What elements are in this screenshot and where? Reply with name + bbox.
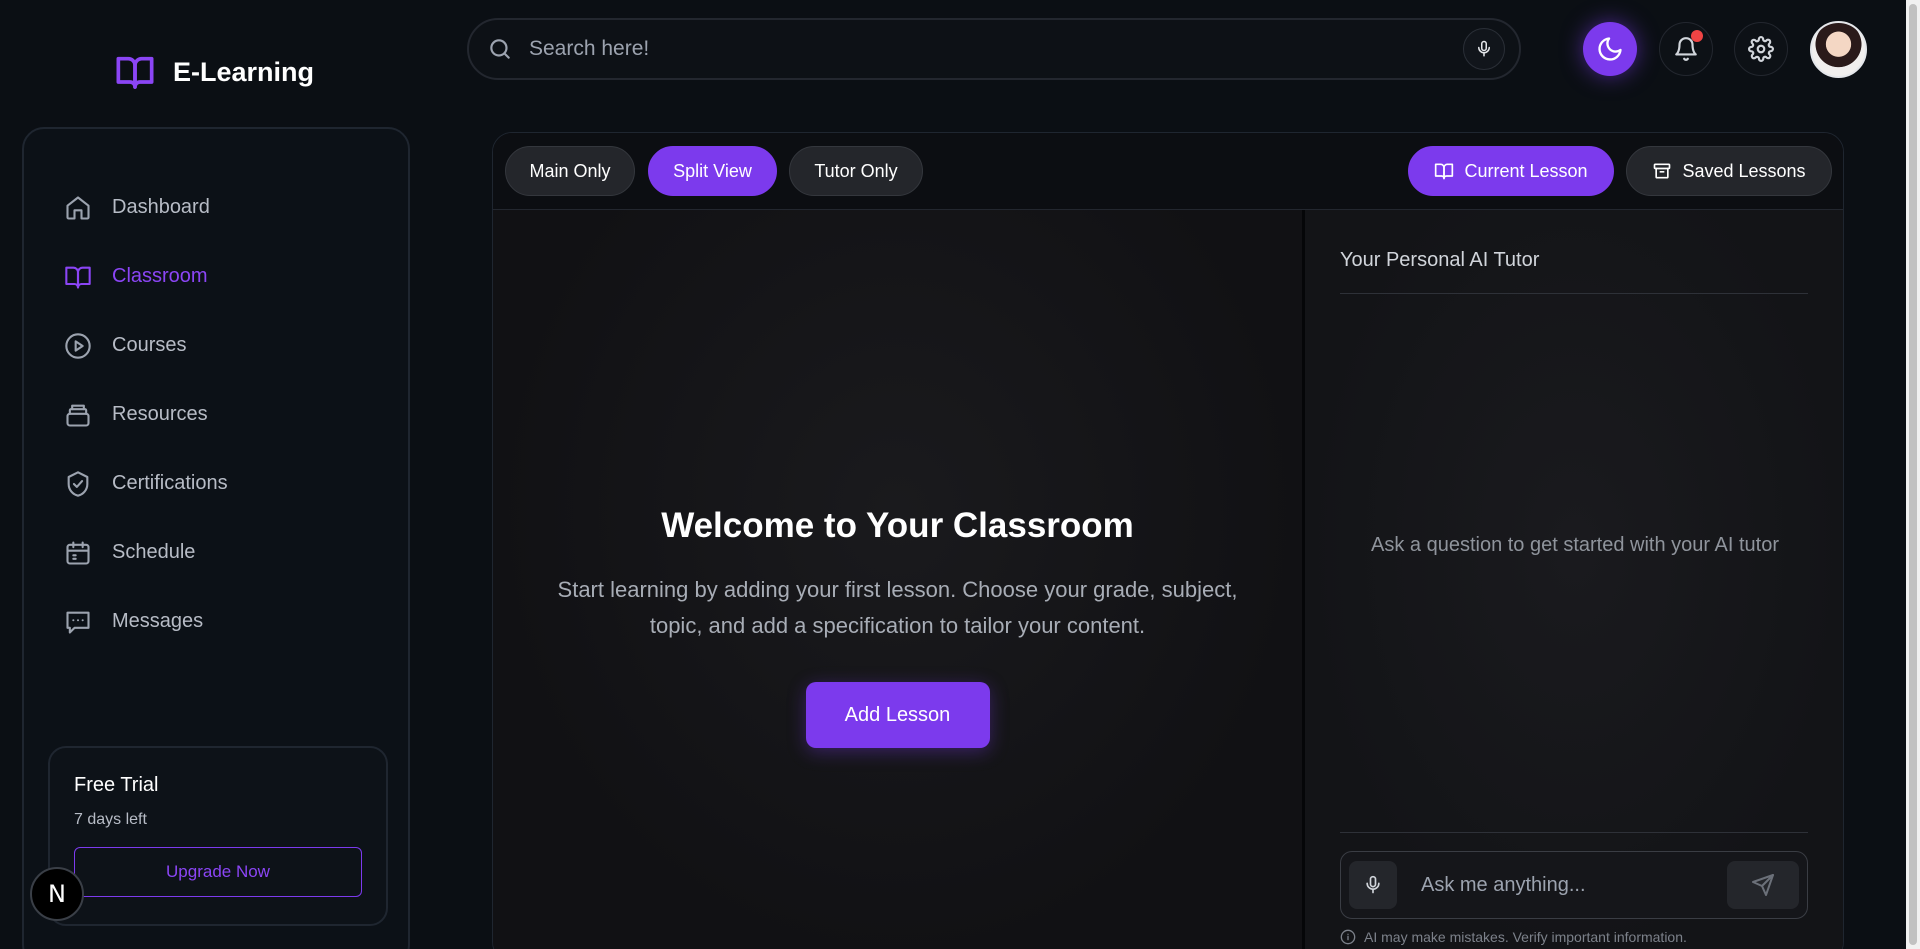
book-open-icon [1435,163,1454,180]
sidebar-item-label: Resources [112,403,208,425]
sidebar-item-label: Messages [112,610,204,632]
send-icon [1752,874,1774,896]
ai-disclaimer: AI may make mistakes. Verify important i… [1340,929,1687,945]
play-circle-icon [65,332,91,359]
sidebar-item-label: Classroom [112,265,208,287]
sidebar-nav: Dashboard Classroom Courses Resources Ce… [64,173,228,656]
sidebar-item-classroom[interactable]: Classroom [64,242,228,311]
trial-title: Free Trial [74,774,159,796]
search-bar [467,18,1521,80]
voice-search-button[interactable] [1463,28,1505,70]
microphone-icon [1478,40,1490,57]
message-icon [66,611,90,634]
upgrade-button[interactable]: Upgrade Now [74,847,362,897]
add-lesson-button[interactable]: Add Lesson [805,682,990,748]
sidebar-item-certifications[interactable]: Certifications [64,449,228,518]
dev-tools-badge[interactable]: N [30,867,84,921]
welcome-section: Welcome to Your Classroom Start learning… [493,506,1302,748]
disclaimer-text: AI may make mistakes. Verify important i… [1364,929,1687,945]
tutor-voice-button[interactable] [1349,861,1397,909]
gear-icon [1748,36,1774,62]
microphone-icon [1366,875,1380,894]
book-open-icon [116,56,154,89]
badge-check-icon [67,470,89,497]
settings-button[interactable] [1734,22,1788,76]
search-icon [490,39,510,59]
brand-title: E-Learning [173,56,315,87]
scrollbar-thumb[interactable] [1909,4,1917,945]
book-open-icon [65,266,91,289]
saved-lessons-button[interactable]: Saved Lessons [1626,146,1832,196]
brand[interactable]: E-Learning [113,52,314,92]
info-icon [1340,929,1356,945]
current-lesson-button[interactable]: Current Lesson [1408,146,1614,196]
divider [1340,832,1808,833]
page-scrollbar[interactable] [1906,0,1920,949]
main-lesson-pane: Welcome to Your Classroom Start learning… [493,210,1305,949]
layers-icon [66,404,90,427]
view-split-button[interactable]: Split View [648,146,777,196]
divider [1340,293,1808,294]
ai-tutor-pane: Your Personal AI Tutor Ask a question to… [1305,210,1843,949]
sidebar-item-label: Schedule [112,541,196,563]
trial-days-left: 7 days left [74,811,147,828]
tutor-title: Your Personal AI Tutor [1340,249,1540,271]
search-input[interactable] [529,37,1463,61]
calendar-icon [66,540,90,565]
sidebar-item-label: Certifications [112,472,228,494]
tutor-question-input[interactable] [1421,873,1727,897]
sidebar-item-label: Courses [112,334,187,356]
sidebar: Dashboard Classroom Courses Resources Ce… [22,127,410,949]
send-button[interactable] [1727,861,1799,909]
notifications-button[interactable] [1659,22,1713,76]
home-icon [66,195,90,220]
sidebar-item-messages[interactable]: Messages [64,587,228,656]
free-trial-card: Free Trial 7 days left Upgrade Now [48,746,388,926]
sidebar-item-schedule[interactable]: Schedule [64,518,228,587]
tutor-input-box [1340,851,1808,919]
sidebar-item-dashboard[interactable]: Dashboard [64,173,228,242]
classroom-panel: Main Only Split View Tutor Only Current … [492,132,1844,949]
saved-lessons-label: Saved Lessons [1682,160,1806,181]
sidebar-item-label: Dashboard [112,196,210,218]
welcome-title: Welcome to Your Classroom [661,506,1134,545]
view-toolbar: Main Only Split View Tutor Only Current … [493,133,1843,210]
view-tutor-only-button[interactable]: Tutor Only [789,146,923,196]
view-main-only-button[interactable]: Main Only [505,146,635,196]
sidebar-item-resources[interactable]: Resources [64,380,228,449]
current-lesson-label: Current Lesson [1464,160,1588,181]
tutor-empty-state: Ask a question to get started with your … [1371,534,1779,556]
theme-toggle-button[interactable] [1583,22,1637,76]
sidebar-item-courses[interactable]: Courses [64,311,228,380]
moon-icon [1598,37,1622,61]
welcome-description: Start learning by adding your first less… [557,577,1238,638]
split-content: Welcome to Your Classroom Start learning… [493,210,1843,949]
avatar[interactable] [1810,21,1867,78]
archive-icon [1654,163,1671,179]
notification-dot [1691,30,1703,42]
